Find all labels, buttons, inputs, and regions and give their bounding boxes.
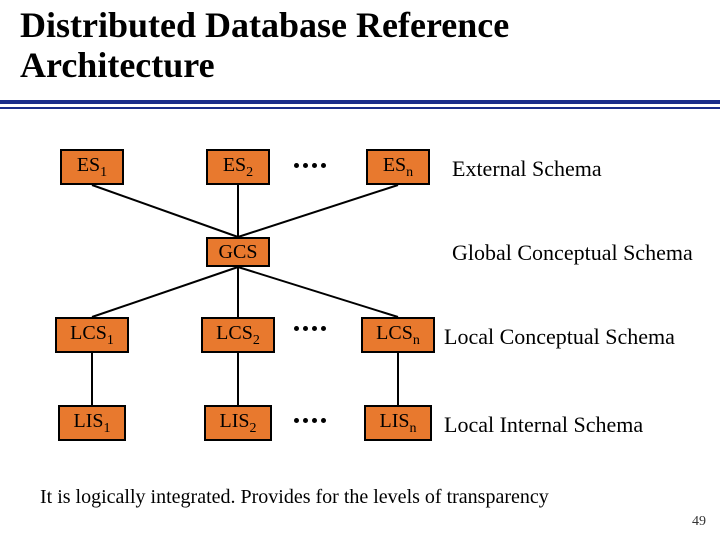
caption: It is logically integrated. Provides for… bbox=[40, 486, 549, 509]
box-lcs2-label: LCS2 bbox=[216, 322, 260, 349]
label-local-conceptual-schema: Local Conceptual Schema bbox=[444, 324, 675, 350]
box-es2: ES2 bbox=[206, 149, 270, 185]
slide: { "title": "Distributed Database Referen… bbox=[0, 0, 720, 540]
ellipsis-lcs bbox=[290, 326, 330, 331]
box-es1: ES1 bbox=[60, 149, 124, 185]
box-lisn-label: LISn bbox=[380, 410, 417, 437]
box-lis1: LIS1 bbox=[58, 405, 126, 441]
box-lcs1: LCS1 bbox=[55, 317, 129, 353]
box-esn-label: ESn bbox=[383, 154, 413, 181]
box-lisn: LISn bbox=[364, 405, 432, 441]
title-rule-thick bbox=[0, 100, 720, 104]
box-lcsn: LCSn bbox=[361, 317, 435, 353]
box-gcs: GCS bbox=[206, 237, 270, 267]
page-number: 49 bbox=[692, 514, 706, 530]
box-es2-label: ES2 bbox=[223, 154, 253, 181]
title-rule-thin bbox=[0, 107, 720, 109]
box-lis2-label: LIS2 bbox=[220, 410, 257, 437]
box-lis2: LIS2 bbox=[204, 405, 272, 441]
box-lis1-label: LIS1 bbox=[74, 410, 111, 437]
label-external-schema: External Schema bbox=[452, 156, 602, 182]
ellipsis-lis bbox=[290, 418, 330, 423]
box-lcs2: LCS2 bbox=[201, 317, 275, 353]
box-es1-label: ES1 bbox=[77, 154, 107, 181]
slide-title: Distributed Database Reference Architect… bbox=[20, 6, 509, 85]
box-lcs1-label: LCS1 bbox=[70, 322, 114, 349]
box-lcsn-label: LCSn bbox=[376, 322, 420, 349]
box-gcs-label: GCS bbox=[219, 241, 258, 264]
ellipsis-es bbox=[290, 163, 330, 168]
label-local-internal-schema: Local Internal Schema bbox=[444, 412, 643, 438]
label-global-conceptual-schema: Global Conceptual Schema bbox=[452, 240, 693, 266]
box-esn: ESn bbox=[366, 149, 430, 185]
